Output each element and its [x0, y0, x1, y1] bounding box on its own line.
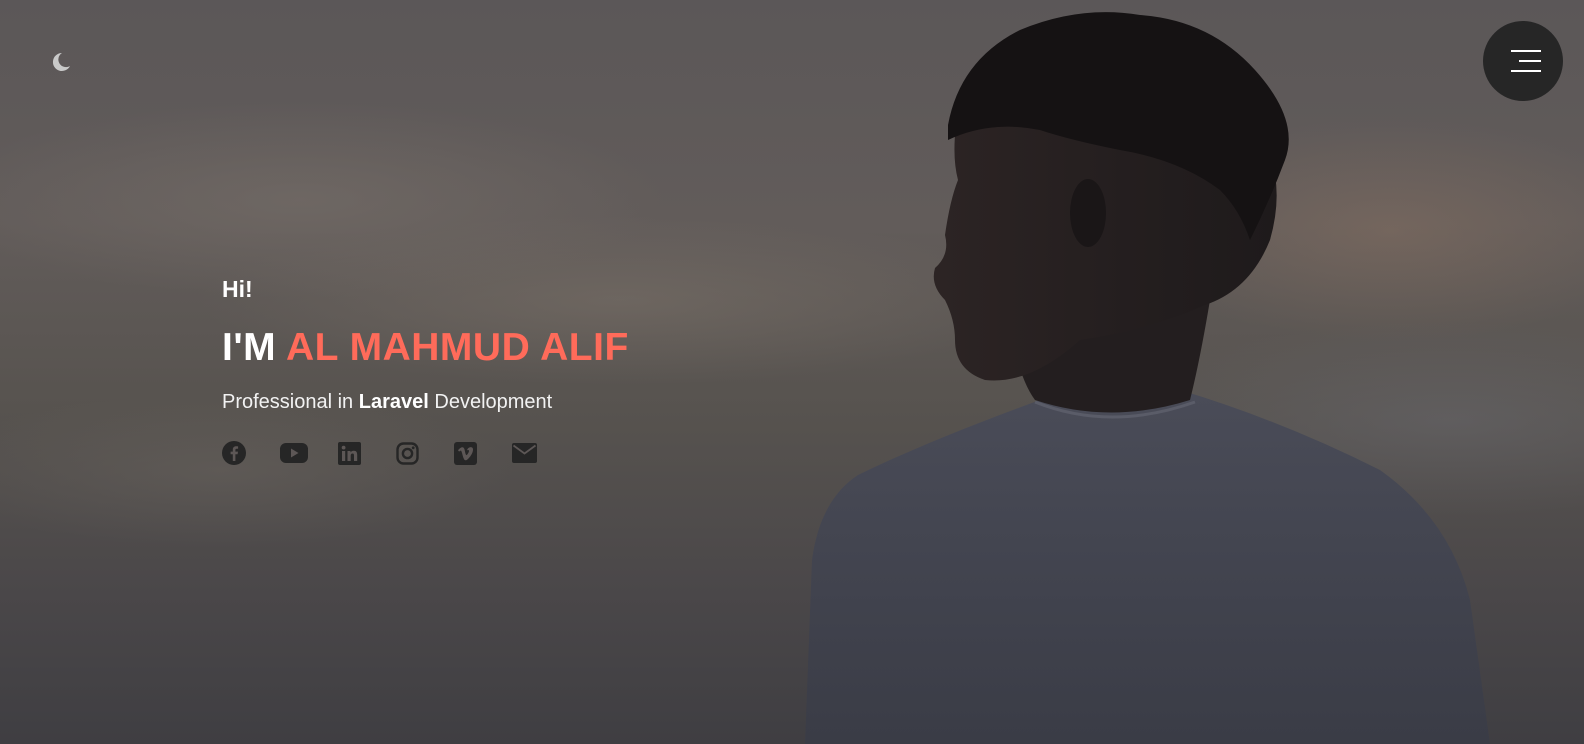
headline: I'M AL MAHMUD ALIF	[222, 326, 629, 370]
tagline-highlight: Laravel	[358, 391, 429, 413]
headline-prefix: I'M	[222, 326, 277, 369]
tagline-before: Professional in	[222, 391, 354, 413]
youtube-link[interactable]	[280, 439, 338, 467]
email-link[interactable]	[512, 439, 570, 467]
tagline: Professional in Laravel Development	[222, 389, 629, 415]
intro-block: Hi! I'M AL MAHMUD ALIF Professional in L…	[222, 274, 629, 467]
owner-name: AL MAHMUD ALIF	[286, 326, 629, 369]
youtube-icon	[280, 442, 308, 464]
hamburger-menu-icon	[1511, 50, 1541, 52]
hero-section: Hi! I'M AL MAHMUD ALIF Professional in L…	[0, 0, 1584, 744]
instagram-link[interactable]	[396, 439, 454, 467]
hamburger-menu-icon-line	[1519, 60, 1541, 62]
moon-icon	[48, 50, 72, 79]
theme-toggle-button[interactable]	[44, 48, 76, 80]
vimeo-icon	[454, 441, 477, 465]
tagline-after: Development	[434, 391, 553, 413]
greeting-text: Hi!	[222, 276, 253, 302]
social-links	[222, 439, 629, 467]
facebook-link[interactable]	[222, 439, 280, 467]
hamburger-menu-icon-line	[1511, 70, 1541, 72]
vimeo-link[interactable]	[454, 439, 512, 467]
instagram-icon	[396, 441, 419, 465]
linkedin-icon	[338, 441, 361, 465]
linkedin-link[interactable]	[338, 439, 396, 467]
facebook-icon	[222, 441, 246, 465]
menu-toggle-button[interactable]	[1483, 21, 1563, 101]
envelope-icon	[512, 443, 537, 463]
